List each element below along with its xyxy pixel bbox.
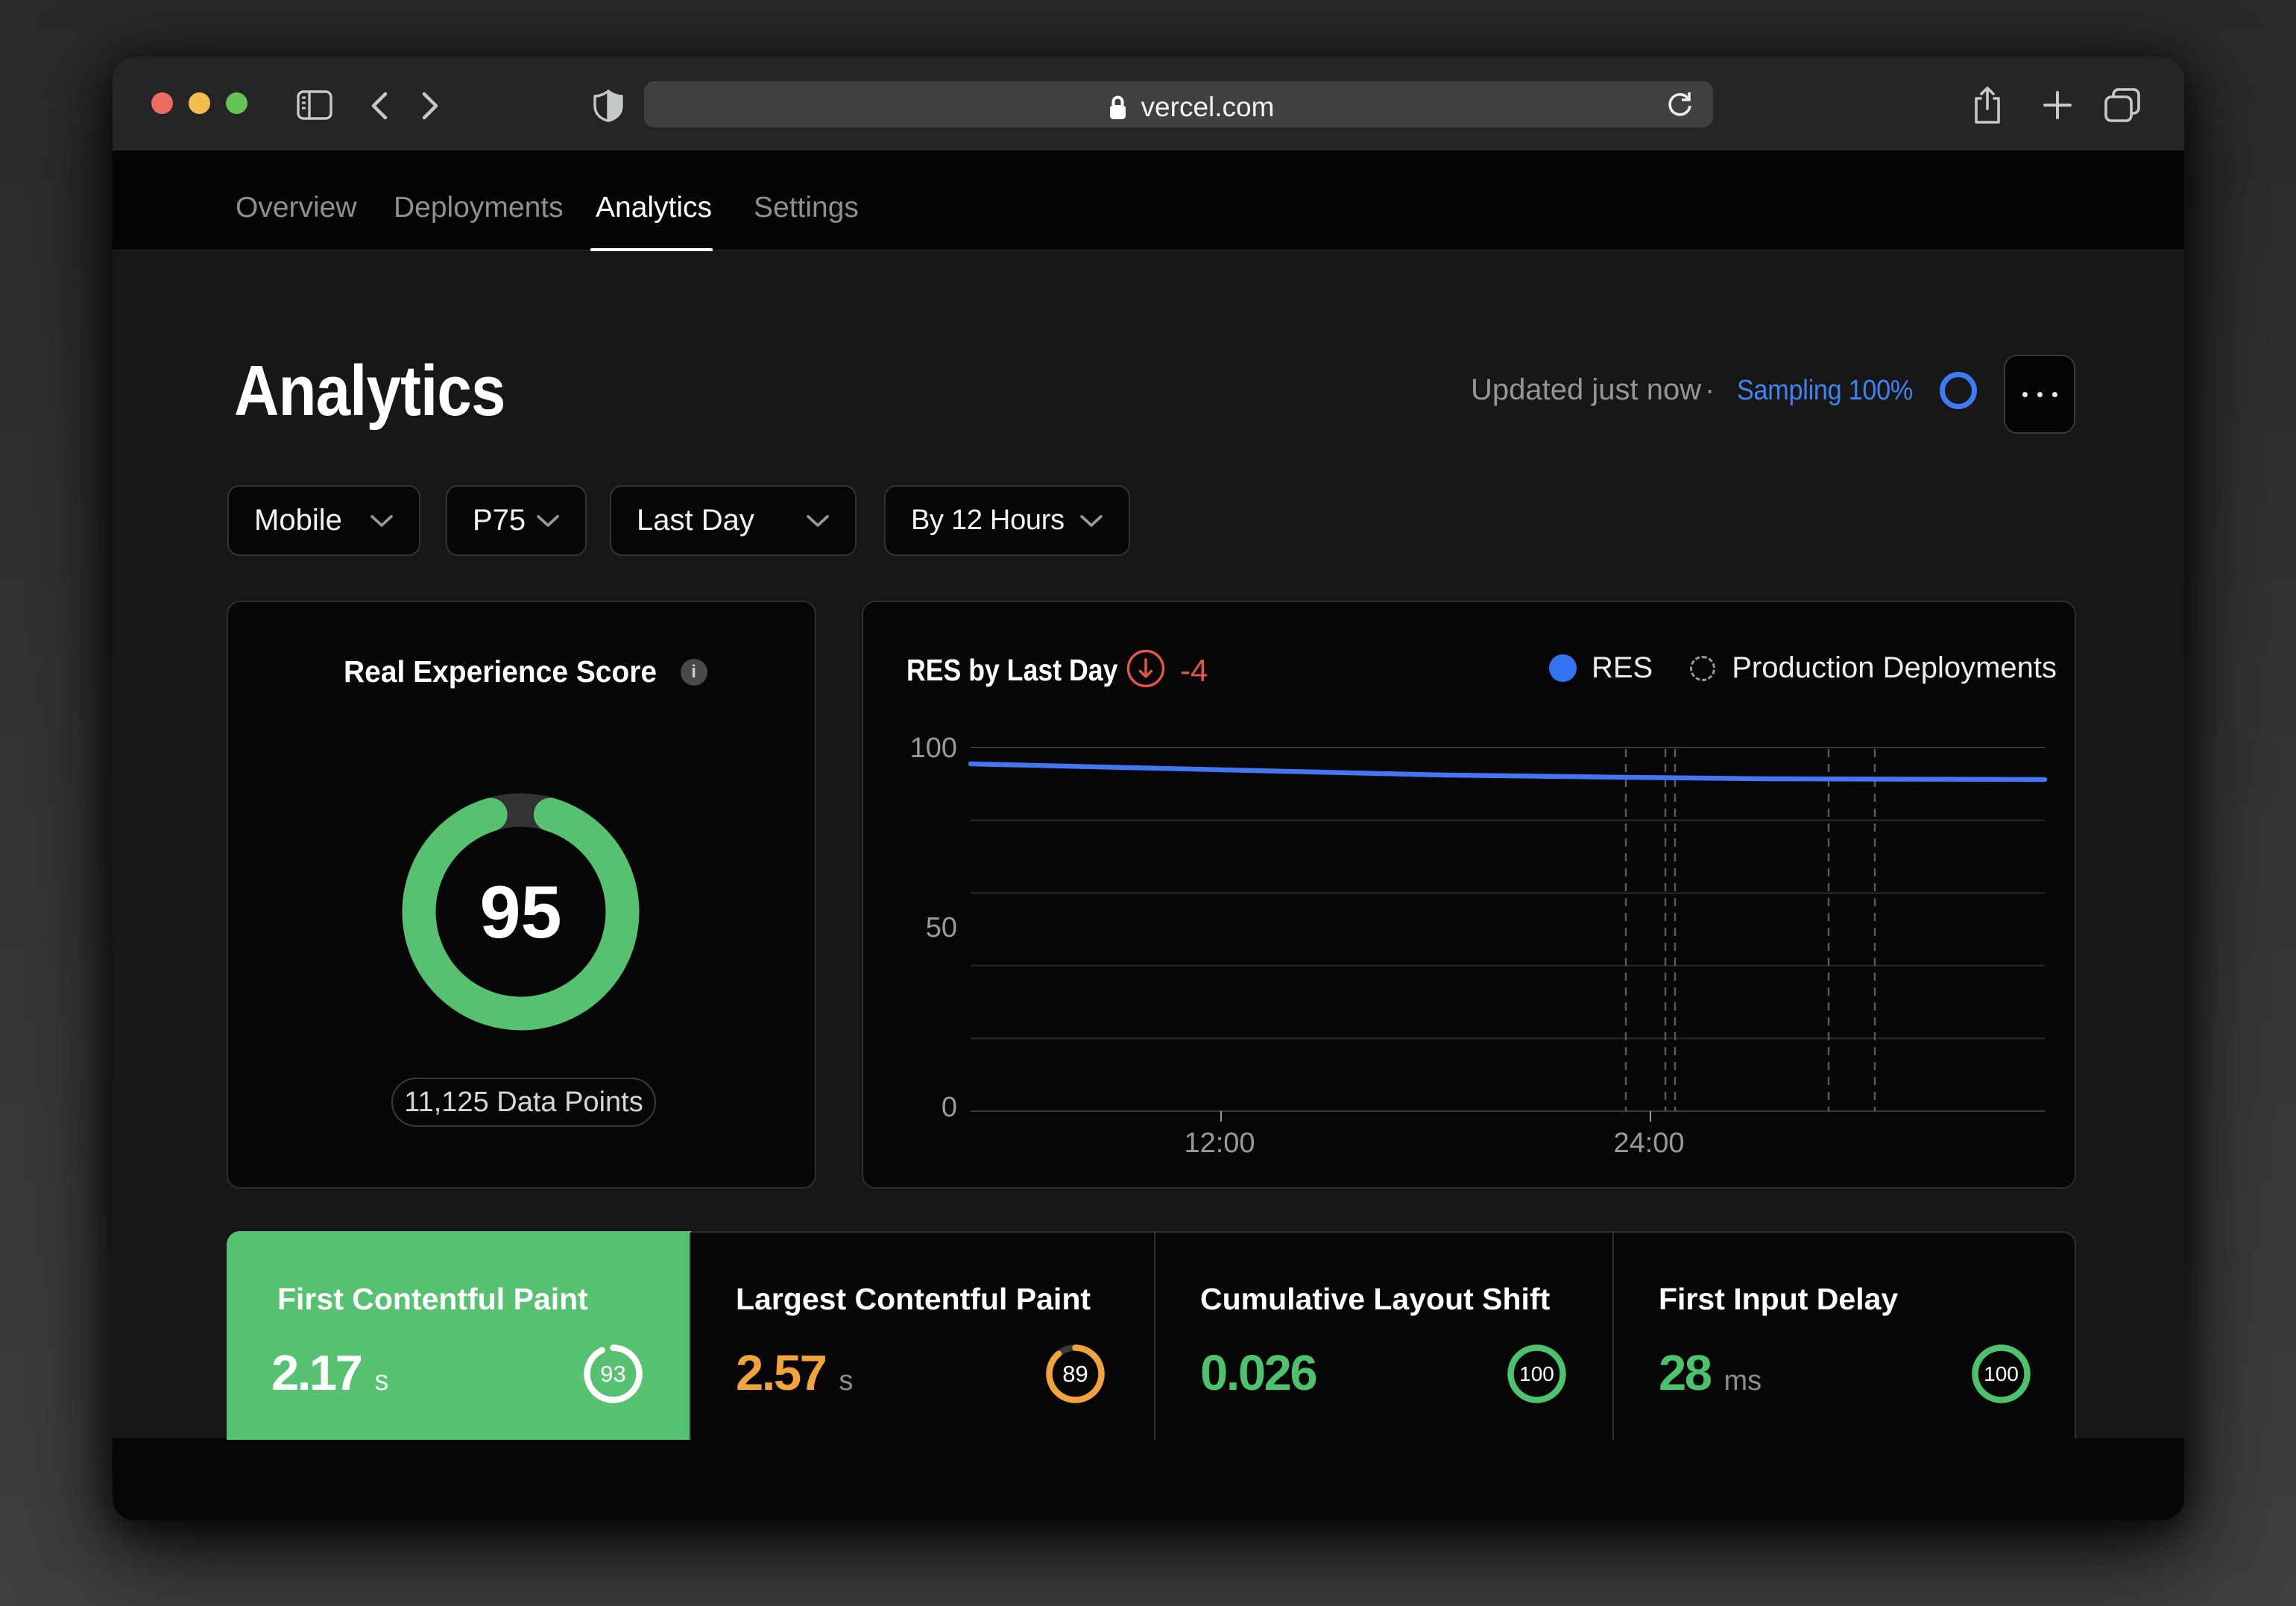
svg-text:12:00: 12:00 bbox=[1184, 1128, 1255, 1159]
svg-text:0: 0 bbox=[942, 1092, 957, 1123]
svg-text:95: 95 bbox=[479, 870, 561, 953]
svg-text:24:00: 24:00 bbox=[1613, 1128, 1684, 1159]
svg-text:50: 50 bbox=[926, 912, 957, 943]
svg-text:100: 100 bbox=[910, 733, 957, 764]
